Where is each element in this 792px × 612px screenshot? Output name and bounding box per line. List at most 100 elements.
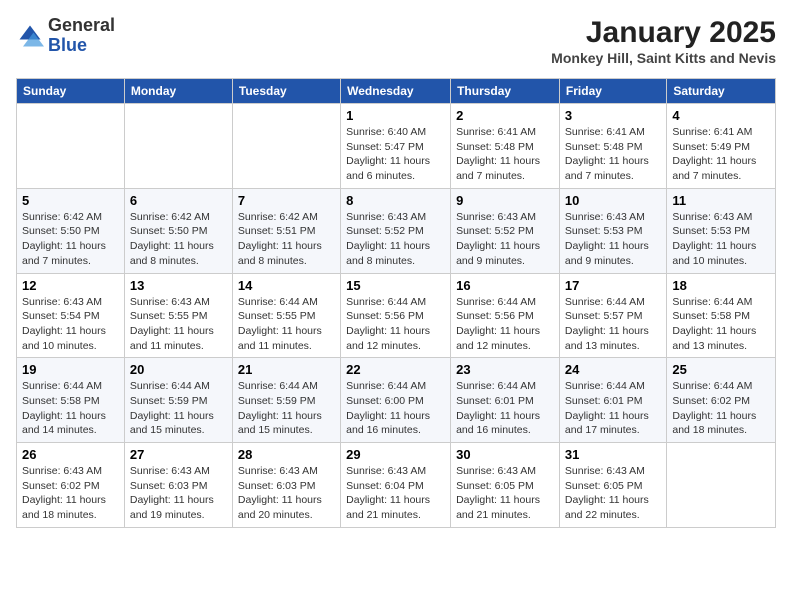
weekday-header: Saturday	[667, 79, 776, 104]
calendar-week-row: 1 Sunrise: 6:40 AM Sunset: 5:47 PM Daylig…	[17, 104, 776, 189]
day-info: Sunrise: 6:44 AM Sunset: 5:59 PM Dayligh…	[238, 379, 335, 438]
calendar-week-row: 26 Sunrise: 6:43 AM Sunset: 6:02 PM Dayli…	[17, 443, 776, 528]
day-info: Sunrise: 6:43 AM Sunset: 6:05 PM Dayligh…	[565, 464, 661, 523]
day-number: 2	[456, 108, 554, 123]
calendar-cell: 2 Sunrise: 6:41 AM Sunset: 5:48 PM Daylig…	[451, 104, 560, 189]
day-info: Sunrise: 6:44 AM Sunset: 6:00 PM Dayligh…	[346, 379, 445, 438]
logo-icon	[16, 22, 44, 50]
weekday-header: Friday	[559, 79, 666, 104]
calendar-cell: 28Sunrise: 6:43 AM Sunset: 6:03 PM Dayli…	[232, 443, 340, 528]
day-info: Sunrise: 6:43 AM Sunset: 6:03 PM Dayligh…	[238, 464, 335, 523]
day-number: 5	[22, 193, 119, 208]
day-number: 1	[346, 108, 445, 123]
day-info: Sunrise: 6:41 AM Sunset: 5:48 PM Dayligh…	[456, 125, 554, 184]
day-info: Sunrise: 6:43 AM Sunset: 5:53 PM Dayligh…	[565, 210, 661, 269]
day-info: Sunrise: 6:43 AM Sunset: 5:52 PM Dayligh…	[346, 210, 445, 269]
calendar-cell: 12 Sunrise: 6:43 AM Sunset: 5:54 PM Dayli…	[17, 273, 125, 358]
calendar-cell: 27 Sunrise: 6:43 AM Sunset: 6:03 PM Dayli…	[124, 443, 232, 528]
day-number: 30	[456, 447, 554, 462]
calendar-cell: 20 Sunrise: 6:44 AM Sunset: 5:59 PM Dayli…	[124, 358, 232, 443]
day-info: Sunrise: 6:43 AM Sunset: 5:54 PM Dayligh…	[22, 295, 119, 354]
day-number: 16	[456, 278, 554, 293]
day-info: Sunrise: 6:44 AM Sunset: 5:59 PM Dayligh…	[130, 379, 227, 438]
page-header: General Blue January 2025 Monkey Hill, S…	[16, 16, 776, 66]
day-number: 14	[238, 278, 335, 293]
day-info: Sunrise: 6:43 AM Sunset: 6:03 PM Dayligh…	[130, 464, 227, 523]
day-number: 10	[565, 193, 661, 208]
calendar-cell: 7 Sunrise: 6:42 AM Sunset: 5:51 PM Daylig…	[232, 188, 340, 273]
day-number: 25	[672, 362, 770, 377]
calendar-cell: 3Sunrise: 6:41 AM Sunset: 5:48 PM Daylig…	[559, 104, 666, 189]
day-number: 7	[238, 193, 335, 208]
calendar-table: SundayMondayTuesdayWednesdayThursdayFrid…	[16, 78, 776, 528]
calendar-cell: 15 Sunrise: 6:44 AM Sunset: 5:56 PM Dayli…	[341, 273, 451, 358]
day-number: 11	[672, 193, 770, 208]
day-info: Sunrise: 6:44 AM Sunset: 5:55 PM Dayligh…	[238, 295, 335, 354]
day-number: 15	[346, 278, 445, 293]
day-info: Sunrise: 6:41 AM Sunset: 5:48 PM Dayligh…	[565, 125, 661, 184]
day-number: 4	[672, 108, 770, 123]
month-title: January 2025	[551, 16, 776, 50]
day-number: 20	[130, 362, 227, 377]
day-info: Sunrise: 6:43 AM Sunset: 5:52 PM Dayligh…	[456, 210, 554, 269]
title-block: January 2025 Monkey Hill, Saint Kitts an…	[551, 16, 776, 66]
day-info: Sunrise: 6:42 AM Sunset: 5:50 PM Dayligh…	[22, 210, 119, 269]
calendar-cell	[124, 104, 232, 189]
calendar-week-row: 5 Sunrise: 6:42 AM Sunset: 5:50 PM Daylig…	[17, 188, 776, 273]
calendar-cell: 18Sunrise: 6:44 AM Sunset: 5:58 PM Dayli…	[667, 273, 776, 358]
calendar-cell: 10 Sunrise: 6:43 AM Sunset: 5:53 PM Dayli…	[559, 188, 666, 273]
day-info: Sunrise: 6:44 AM Sunset: 5:58 PM Dayligh…	[22, 379, 119, 438]
calendar-cell: 25Sunrise: 6:44 AM Sunset: 6:02 PM Dayli…	[667, 358, 776, 443]
day-number: 29	[346, 447, 445, 462]
calendar-cell: 30 Sunrise: 6:43 AM Sunset: 6:05 PM Dayli…	[451, 443, 560, 528]
calendar-cell: 24 Sunrise: 6:44 AM Sunset: 6:01 PM Dayli…	[559, 358, 666, 443]
day-number: 21	[238, 362, 335, 377]
logo-blue: Blue	[48, 35, 87, 55]
day-number: 17	[565, 278, 661, 293]
calendar-cell: 29 Sunrise: 6:43 AM Sunset: 6:04 PM Dayli…	[341, 443, 451, 528]
day-number: 22	[346, 362, 445, 377]
day-info: Sunrise: 6:44 AM Sunset: 5:56 PM Dayligh…	[346, 295, 445, 354]
calendar-cell	[17, 104, 125, 189]
day-info: Sunrise: 6:43 AM Sunset: 6:02 PM Dayligh…	[22, 464, 119, 523]
day-number: 26	[22, 447, 119, 462]
day-number: 9	[456, 193, 554, 208]
weekday-header: Sunday	[17, 79, 125, 104]
calendar-cell: 5 Sunrise: 6:42 AM Sunset: 5:50 PM Daylig…	[17, 188, 125, 273]
day-info: Sunrise: 6:42 AM Sunset: 5:51 PM Dayligh…	[238, 210, 335, 269]
logo: General Blue	[16, 16, 115, 56]
calendar-cell: 21 Sunrise: 6:44 AM Sunset: 5:59 PM Dayli…	[232, 358, 340, 443]
weekday-header: Thursday	[451, 79, 560, 104]
day-info: Sunrise: 6:40 AM Sunset: 5:47 PM Dayligh…	[346, 125, 445, 184]
calendar-cell: 14 Sunrise: 6:44 AM Sunset: 5:55 PM Dayli…	[232, 273, 340, 358]
day-info: Sunrise: 6:43 AM Sunset: 6:04 PM Dayligh…	[346, 464, 445, 523]
logo-text: General Blue	[48, 16, 115, 56]
calendar-cell: 6Sunrise: 6:42 AM Sunset: 5:50 PM Daylig…	[124, 188, 232, 273]
day-number: 27	[130, 447, 227, 462]
calendar-cell: 22 Sunrise: 6:44 AM Sunset: 6:00 PM Dayli…	[341, 358, 451, 443]
calendar-cell: 23Sunrise: 6:44 AM Sunset: 6:01 PM Dayli…	[451, 358, 560, 443]
day-number: 8	[346, 193, 445, 208]
calendar-cell: 31 Sunrise: 6:43 AM Sunset: 6:05 PM Dayli…	[559, 443, 666, 528]
calendar-cell: 8 Sunrise: 6:43 AM Sunset: 5:52 PM Daylig…	[341, 188, 451, 273]
day-info: Sunrise: 6:44 AM Sunset: 5:57 PM Dayligh…	[565, 295, 661, 354]
weekday-header: Wednesday	[341, 79, 451, 104]
calendar-cell: 26 Sunrise: 6:43 AM Sunset: 6:02 PM Dayli…	[17, 443, 125, 528]
weekday-header: Monday	[124, 79, 232, 104]
calendar-cell: 9 Sunrise: 6:43 AM Sunset: 5:52 PM Daylig…	[451, 188, 560, 273]
day-number: 13	[130, 278, 227, 293]
calendar-week-row: 19Sunrise: 6:44 AM Sunset: 5:58 PM Dayli…	[17, 358, 776, 443]
day-info: Sunrise: 6:41 AM Sunset: 5:49 PM Dayligh…	[672, 125, 770, 184]
day-info: Sunrise: 6:44 AM Sunset: 6:01 PM Dayligh…	[565, 379, 661, 438]
day-info: Sunrise: 6:43 AM Sunset: 6:05 PM Dayligh…	[456, 464, 554, 523]
calendar-header-row: SundayMondayTuesdayWednesdayThursdayFrid…	[17, 79, 776, 104]
day-number: 12	[22, 278, 119, 293]
calendar-cell: 17 Sunrise: 6:44 AM Sunset: 5:57 PM Dayli…	[559, 273, 666, 358]
calendar-cell	[667, 443, 776, 528]
day-number: 24	[565, 362, 661, 377]
day-info: Sunrise: 6:43 AM Sunset: 5:53 PM Dayligh…	[672, 210, 770, 269]
day-info: Sunrise: 6:44 AM Sunset: 5:56 PM Dayligh…	[456, 295, 554, 354]
calendar-body: 1 Sunrise: 6:40 AM Sunset: 5:47 PM Daylig…	[17, 104, 776, 528]
calendar-cell	[232, 104, 340, 189]
day-number: 31	[565, 447, 661, 462]
